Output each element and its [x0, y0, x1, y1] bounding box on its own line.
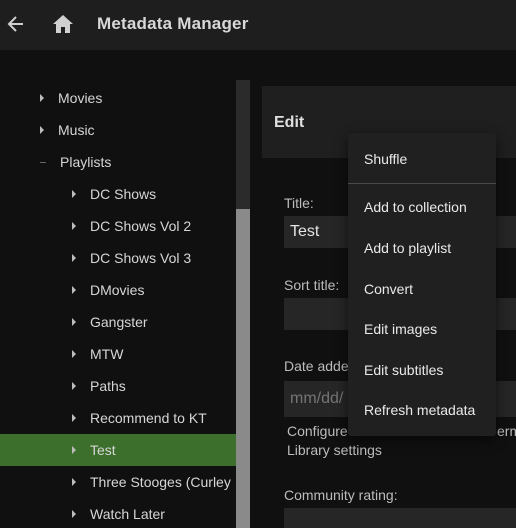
- chevron-right-icon[interactable]: [72, 414, 76, 422]
- library-settings-link[interactable]: Library settings: [287, 442, 382, 458]
- sidebar-item[interactable]: Three Stooges (Curley: [0, 466, 236, 498]
- sidebar-scrollbar-thumb[interactable]: [236, 209, 250, 528]
- helper-text: Configure: [287, 423, 348, 439]
- sidebar-item[interactable]: Music: [0, 114, 236, 146]
- sidebar-item[interactable]: Watch Later: [0, 498, 236, 528]
- chevron-right-icon[interactable]: [40, 94, 44, 102]
- chevron-right-icon[interactable]: [72, 446, 76, 454]
- back-button[interactable]: [4, 12, 28, 36]
- sidebar-item-label: Music: [58, 122, 95, 138]
- chevron-right-icon[interactable]: [72, 510, 76, 518]
- sidebar-item-label: DMovies: [90, 282, 145, 298]
- app-header: Metadata Manager: [0, 0, 516, 50]
- home-button[interactable]: [51, 12, 75, 36]
- helper-text-tail: erm: [497, 423, 516, 439]
- title-label: Title:: [284, 195, 314, 211]
- chevron-right-icon[interactable]: [72, 222, 76, 230]
- chevron-right-icon[interactable]: [72, 190, 76, 198]
- sidebar-item[interactable]: Test: [0, 434, 236, 466]
- sidebar-item[interactable]: Gangster: [0, 306, 236, 338]
- sort-title-label: Sort title:: [284, 277, 340, 293]
- menu-item-add-to-collection[interactable]: Add to collection: [348, 188, 496, 226]
- sidebar-item[interactable]: DC Shows Vol 2: [0, 210, 236, 242]
- sidebar-item[interactable]: DMovies: [0, 274, 236, 306]
- date-added-label: Date adde: [284, 358, 349, 374]
- menu-item-add-to-playlist[interactable]: Add to playlist: [348, 229, 496, 267]
- menu-divider: [348, 183, 496, 184]
- sidebar-item[interactable]: DC Shows: [0, 178, 236, 210]
- menu-item-edit-images[interactable]: Edit images: [348, 310, 496, 348]
- community-rating-label: Community rating:: [284, 487, 398, 503]
- sidebar-item[interactable]: Recommend to KT: [0, 402, 236, 434]
- sidebar-item-label: Test: [90, 442, 116, 458]
- sidebar-item-label: Three Stooges (Curley: [90, 474, 231, 490]
- sidebar-item-label: Movies: [58, 90, 103, 106]
- sidebar-item-label: Watch Later: [90, 506, 165, 522]
- chevron-right-icon[interactable]: [72, 350, 76, 358]
- sidebar-item-label: Recommend to KT: [90, 410, 207, 426]
- sidebar-item[interactable]: Movies: [0, 82, 236, 114]
- chevron-right-icon[interactable]: [72, 478, 76, 486]
- chevron-right-icon[interactable]: [72, 286, 76, 294]
- menu-item-edit-subtitles[interactable]: Edit subtitles: [348, 351, 496, 389]
- sidebar-item-label: DC Shows Vol 3: [90, 250, 192, 266]
- app-title: Metadata Manager: [97, 14, 249, 33]
- sidebar-item[interactable]: DC Shows Vol 3: [0, 242, 236, 274]
- chevron-right-icon[interactable]: [40, 126, 44, 134]
- sidebar-item-label: DC Shows: [90, 186, 157, 202]
- chevron-right-icon[interactable]: [72, 382, 76, 390]
- sidebar-item-label: Gangster: [90, 314, 148, 330]
- sidebar-item-label: Paths: [90, 378, 126, 394]
- sidebar-item-label: MTW: [90, 346, 124, 362]
- edit-heading: Edit: [274, 114, 305, 131]
- chevron-right-icon[interactable]: [72, 254, 76, 262]
- community-rating-input[interactable]: [284, 508, 516, 528]
- sidebar-item[interactable]: Paths: [0, 370, 236, 402]
- sidebar-item-label: DC Shows Vol 2: [90, 218, 192, 234]
- expanded-icon[interactable]: [40, 161, 46, 163]
- sidebar-item[interactable]: Playlists: [0, 146, 236, 178]
- sidebar-item[interactable]: MTW: [0, 338, 236, 370]
- chevron-right-icon[interactable]: [72, 318, 76, 326]
- home-icon: [53, 15, 73, 33]
- sidebar-item-label: Playlists: [60, 154, 112, 170]
- menu-item-refresh-metadata[interactable]: Refresh metadata: [348, 391, 496, 429]
- menu-item-shuffle[interactable]: Shuffle: [348, 140, 496, 178]
- context-menu: Shuffle Add to collection Add to playlis…: [348, 133, 496, 436]
- arrow-left-icon: [7, 16, 23, 32]
- menu-item-convert[interactable]: Convert: [348, 270, 496, 308]
